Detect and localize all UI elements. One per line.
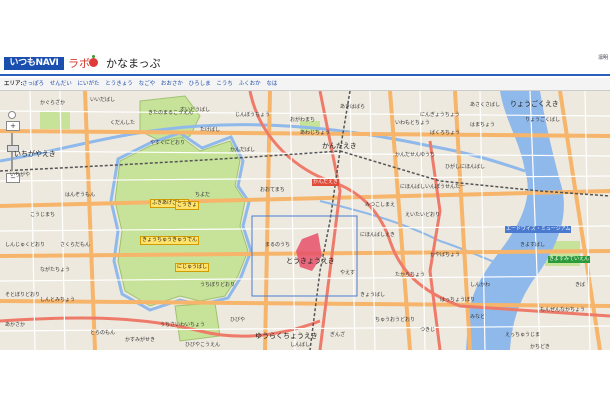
map-label: かやばちょう <box>430 252 461 258</box>
map-label: じんぼうちょう <box>235 112 271 118</box>
map-label: りょうごくばし <box>525 117 561 123</box>
map-label: いちがやえき <box>14 150 56 158</box>
map-label: ぎんざ <box>330 332 346 338</box>
map-label: いわもとちょう <box>395 120 430 126</box>
map-label: いいだばし <box>90 97 116 103</box>
area-bar: エリア: さっぽろ せんだい にいがた とうきょう なごや おおさか ひろしま … <box>0 78 610 91</box>
map-title: かなまっぷ <box>106 57 161 70</box>
zoom-track[interactable] <box>11 133 13 171</box>
map-label: にほんばしいんぽうせんたー <box>400 184 466 190</box>
map-label: つきじ <box>420 327 436 333</box>
map-label: くだんした <box>110 120 136 126</box>
area-link[interactable]: さっぽろ <box>22 81 44 87</box>
map-label: あさくさばし <box>470 102 501 108</box>
map-label: しんじゅくどおり <box>5 242 46 248</box>
map-label: しんばし <box>290 342 311 348</box>
map-label: きよすばし <box>520 242 546 248</box>
area-link[interactable]: おおさか <box>161 81 183 87</box>
map-label: あわじちょう <box>300 130 331 136</box>
map-label: かぐらざか <box>40 100 66 106</box>
map-label: うちさいわいちょう <box>160 322 206 328</box>
poi-tag[interactable]: エードワイズ・ミュージアム <box>505 226 572 233</box>
poi-tag[interactable]: きょうちゅうきゅうでん <box>140 236 200 245</box>
map-label: いちがや <box>10 172 31 178</box>
map-label: おがわまち <box>290 117 316 123</box>
map-label: ばくろちょう <box>430 130 461 136</box>
map-label: ゆうらくちょうえき <box>255 332 318 340</box>
map-label: はまちょう <box>470 122 496 128</box>
map-label: やえす <box>340 270 356 276</box>
map-label: ちよだ <box>195 192 211 198</box>
strawberry-icon <box>89 55 98 67</box>
map-label: やすくにどおり <box>150 140 186 146</box>
map-label: みなと <box>470 314 486 320</box>
area-links: さっぽろ せんだい にいがた とうきょう なごや おおさか ひろしま こうち ふ… <box>22 78 281 90</box>
poi-tag[interactable]: こうきょ <box>175 201 200 210</box>
map-label: しんかわ <box>470 282 491 288</box>
labo-label: ラボ <box>68 57 90 70</box>
header-rule <box>0 74 610 76</box>
map-label: こうじまち <box>30 212 56 218</box>
map-view[interactable]: + − いちがやえき かんだえき りょうごくえき とうきょうえき ゆうらくちょう… <box>0 91 610 350</box>
map-label: かんだえき <box>322 142 357 150</box>
map-label: しんとみちょう <box>40 297 76 303</box>
area-link[interactable]: とうきょう <box>105 81 133 87</box>
map-label: もんぜんなかちょう <box>540 307 586 313</box>
map-label: ひがしにほんばし <box>445 164 486 170</box>
map-label: りょうごくえき <box>510 100 559 108</box>
map-label: かすみがせき <box>125 337 156 343</box>
map-label: おおてまち <box>260 187 285 193</box>
area-link[interactable]: なごや <box>139 81 156 87</box>
poi-tag[interactable]: にじゅうばし <box>175 263 210 272</box>
map-label: かんだばし <box>230 147 256 153</box>
area-link[interactable]: せんだい <box>50 81 72 87</box>
area-link[interactable]: こうち <box>216 81 233 87</box>
map-label: まるのうち <box>265 242 291 248</box>
map-label: にんぎょうちょう <box>420 112 460 118</box>
map-label: かんだせんゆうち <box>395 152 436 158</box>
itsumo-navi-logo[interactable]: いつもNAVI <box>4 57 64 70</box>
map-label: うちぼりどおり <box>200 282 236 288</box>
map-label: きたのまるこうえん <box>148 110 194 116</box>
map-label: えいたいどおり <box>405 212 441 218</box>
map-label: そとぼりどおり <box>5 292 41 298</box>
map-label: ひびやこうえん <box>185 342 221 348</box>
map-label: さくらだもん <box>60 242 91 248</box>
area-label: エリア: <box>4 81 23 87</box>
map-label: たからちょう <box>395 272 426 278</box>
map-label: あきはばら <box>340 104 366 110</box>
map-label: にほんばしえき <box>360 232 395 238</box>
poi-tag[interactable]: かんだえき <box>312 179 339 186</box>
area-link[interactable]: なは <box>266 81 277 87</box>
area-link[interactable]: ふくおか <box>239 81 261 87</box>
pan-icon[interactable] <box>6 111 18 119</box>
map-label: はんぞうもん <box>65 192 96 198</box>
map-label: ながたちょう <box>40 267 71 273</box>
map-label: あかさか <box>5 322 26 328</box>
map-label: きば <box>575 282 586 288</box>
area-link[interactable]: にいがた <box>78 81 100 87</box>
map-label: とらのもん <box>90 330 116 336</box>
map-label: みつこしまえ <box>365 202 396 208</box>
map-label: はっちょうぼり <box>440 297 476 303</box>
map-label: きょうばし <box>360 292 386 298</box>
zoom-in-icon[interactable]: + <box>6 121 20 131</box>
map-label: たけばし <box>200 127 221 133</box>
map-label: とうきょうえき <box>286 257 335 265</box>
map-label: えっちゅうじま <box>505 332 541 338</box>
map-label: ひびや <box>230 317 246 323</box>
map-label: ちゅうおうどおり <box>375 317 416 323</box>
header-link[interactable]: 凛明 <box>598 54 608 61</box>
area-link[interactable]: ひろしま <box>189 81 211 87</box>
map-label: かちどき <box>530 344 550 350</box>
poi-tag[interactable]: きよすみていえん <box>548 256 591 263</box>
